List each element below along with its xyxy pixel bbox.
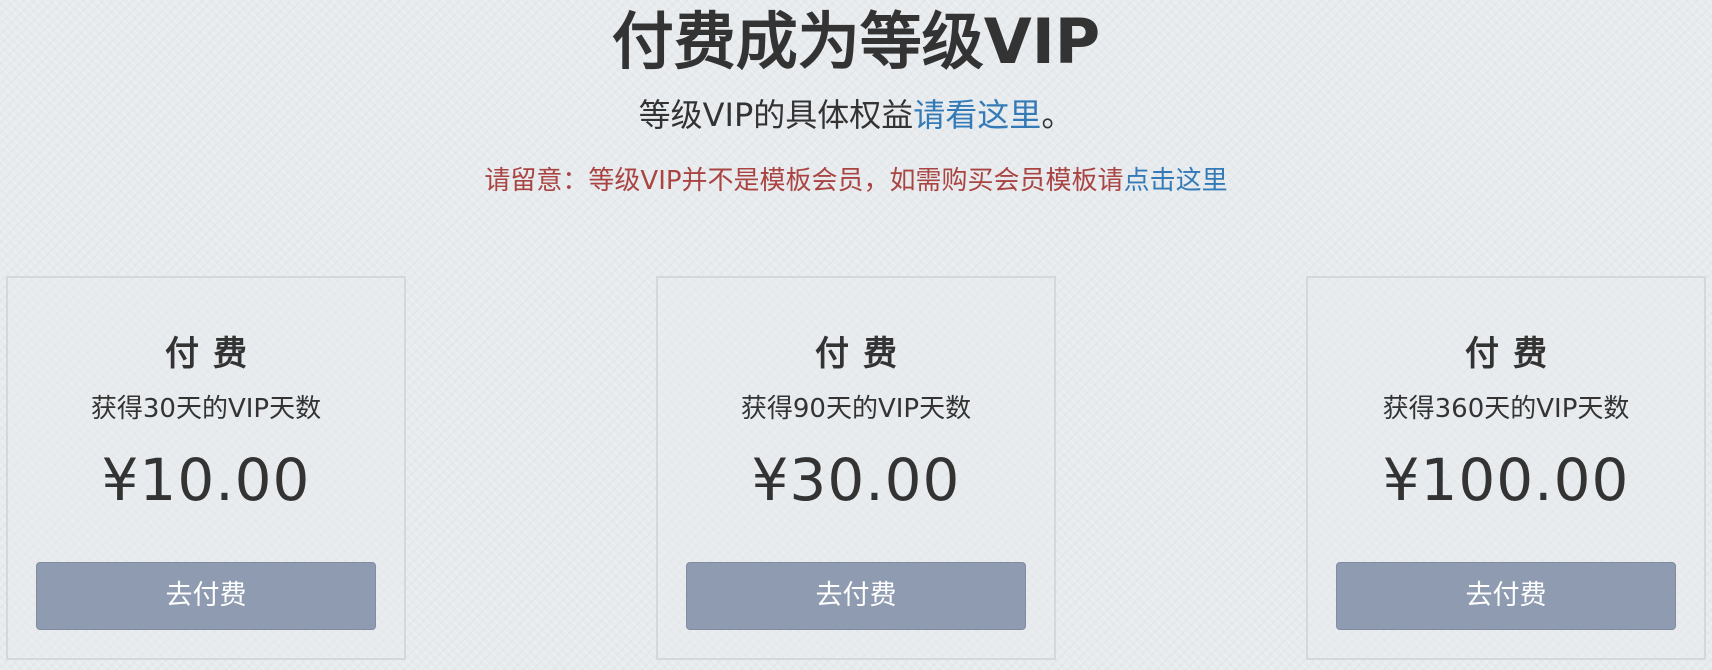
- plan-price: ¥10.00: [101, 446, 311, 514]
- plan-card-30-days: 付费 获得30天的VIP天数 ¥10.00 去付费: [6, 276, 406, 660]
- plan-card-360-days: 付费 获得360天的VIP天数 ¥100.00 去付费: [1306, 276, 1706, 660]
- plan-price: ¥30.00: [751, 446, 961, 514]
- subtitle-text: 等级VIP的具体权益: [638, 96, 914, 134]
- pay-button[interactable]: 去付费: [1336, 562, 1676, 630]
- plan-heading: 付费: [1465, 334, 1561, 374]
- subtitle: 等级VIP的具体权益请看这里。: [0, 92, 1712, 138]
- notice-text: 请留意：等级VIP并不是模板会员，如需购买会员模板请: [484, 166, 1124, 196]
- plan-price: ¥100.00: [1382, 446, 1630, 514]
- plan-description: 获得90天的VIP天数: [740, 394, 972, 424]
- plan-heading: 付费: [815, 334, 911, 374]
- plan-card-90-days: 付费 获得90天的VIP天数 ¥30.00 去付费: [656, 276, 1056, 660]
- plan-heading: 付费: [165, 334, 261, 374]
- pay-button[interactable]: 去付费: [686, 562, 1026, 630]
- notice-message: 请留意：等级VIP并不是模板会员，如需购买会员模板请点击这里: [0, 162, 1712, 200]
- benefits-link[interactable]: 请看这里: [913, 96, 1041, 134]
- pay-button[interactable]: 去付费: [36, 562, 376, 630]
- member-template-link[interactable]: 点击这里: [1124, 166, 1228, 196]
- plan-description: 获得30天的VIP天数: [90, 394, 322, 424]
- subtitle-suffix: 。: [1041, 96, 1074, 134]
- page-title: 付费成为等级VIP: [611, 5, 1101, 78]
- plan-description: 获得360天的VIP天数: [1382, 394, 1630, 424]
